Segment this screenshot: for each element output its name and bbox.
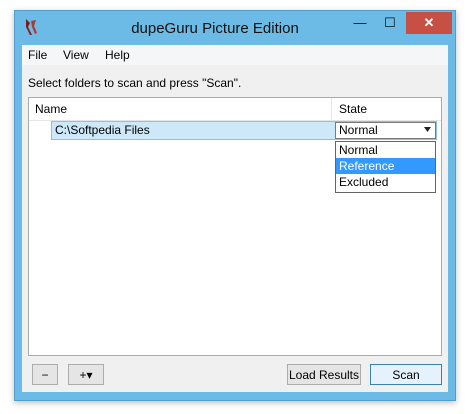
menu-help[interactable]: Help bbox=[105, 48, 130, 62]
chevron-down-icon bbox=[424, 127, 431, 132]
menu-view[interactable]: View bbox=[63, 48, 89, 62]
folder-row[interactable]: C:\Softpedia Files Normal bbox=[51, 121, 437, 140]
menu-file[interactable]: File bbox=[28, 48, 47, 62]
scan-button[interactable]: Scan bbox=[370, 364, 442, 385]
menu-bar: File View Help bbox=[22, 45, 448, 65]
dropdown-option-reference[interactable]: Reference bbox=[336, 158, 435, 174]
remove-folder-button[interactable]: − bbox=[32, 364, 58, 385]
window-client: File View Help Select folders to scan an… bbox=[22, 45, 448, 392]
maximize-icon[interactable]: ☐ bbox=[376, 12, 404, 34]
title-bar[interactable]: dupeGuru Picture Edition — ☐ ✕ bbox=[15, 11, 455, 45]
folder-list[interactable]: Name State C:\Softpedia Files Normal bbox=[28, 97, 442, 356]
dropdown-option-excluded[interactable]: Excluded bbox=[336, 174, 435, 190]
state-select[interactable]: Normal bbox=[335, 122, 436, 139]
dupeguru-icon[interactable] bbox=[24, 18, 38, 36]
instructions-text: Select folders to scan and press "Scan". bbox=[28, 76, 242, 90]
folder-path: C:\Softpedia Files bbox=[55, 123, 150, 137]
column-divider[interactable] bbox=[331, 98, 332, 120]
dropdown-option-normal[interactable]: Normal bbox=[336, 142, 435, 158]
column-state-header[interactable]: State bbox=[339, 102, 367, 116]
column-name-header[interactable]: Name bbox=[35, 102, 67, 116]
add-folder-button[interactable]: +▾ bbox=[68, 364, 104, 385]
window-title: dupeGuru Picture Edition bbox=[131, 20, 299, 37]
load-results-button[interactable]: Load Results bbox=[287, 364, 361, 385]
app-window: dupeGuru Picture Edition — ☐ ✕ File View… bbox=[14, 10, 456, 401]
state-select-value: Normal bbox=[339, 123, 378, 137]
close-icon[interactable]: ✕ bbox=[406, 12, 452, 34]
list-header: Name State bbox=[29, 98, 441, 121]
state-dropdown[interactable]: Normal Reference Excluded bbox=[335, 141, 436, 193]
minimize-icon[interactable]: — bbox=[346, 12, 374, 34]
